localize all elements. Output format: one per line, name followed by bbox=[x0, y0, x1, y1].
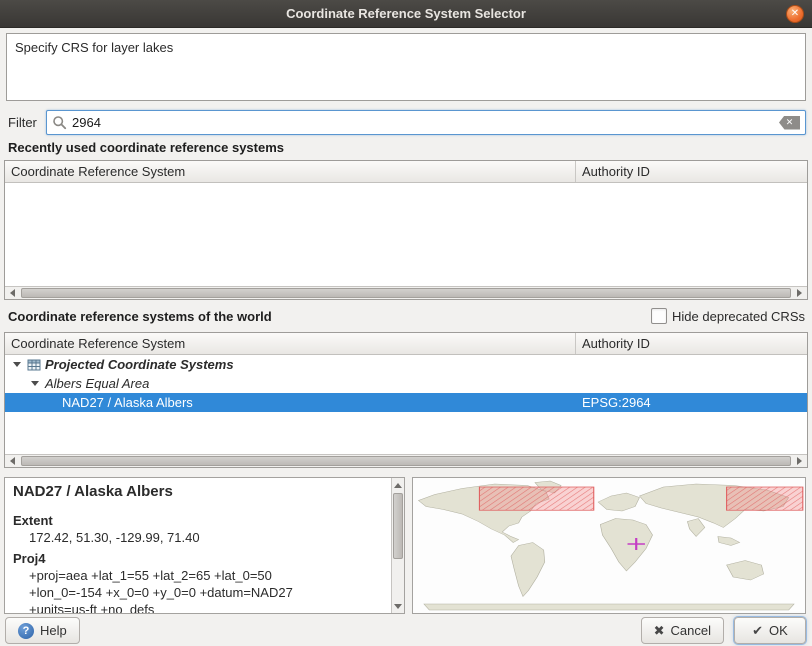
world-crs-tree[interactable]: Projected Coordinate Systems Albers Equa… bbox=[5, 355, 807, 454]
grid-icon bbox=[27, 358, 41, 372]
tree-label: Projected Coordinate Systems bbox=[45, 355, 234, 374]
world-hscrollbar[interactable] bbox=[5, 454, 807, 467]
extent-label: Extent bbox=[13, 512, 383, 529]
clear-filter-icon[interactable]: ✕ bbox=[779, 116, 800, 130]
details-vscroll-track[interactable] bbox=[392, 492, 404, 599]
crs-details-panel: NAD27 / Alaska Albers Extent 172.42, 51.… bbox=[4, 477, 405, 614]
details-vscrollbar[interactable] bbox=[391, 478, 404, 613]
proj4-label: Proj4 bbox=[13, 550, 383, 567]
titlebar[interactable]: Coordinate Reference System Selector ✕ bbox=[0, 0, 812, 28]
world-section-title: Coordinate reference systems of the worl… bbox=[8, 309, 272, 324]
hide-deprecated-option[interactable]: Hide deprecated CRSs bbox=[651, 308, 805, 324]
extent-value: 172.42, 51.30, -129.99, 71.40 bbox=[13, 529, 383, 546]
search-icon bbox=[52, 115, 67, 130]
tree-label: Albers Equal Area bbox=[45, 374, 149, 393]
cancel-button[interactable]: ✖ Cancel bbox=[641, 617, 724, 644]
ok-button[interactable]: ✔ OK bbox=[734, 617, 806, 644]
scroll-down-icon[interactable] bbox=[392, 599, 404, 613]
filter-input[interactable]: ✕ bbox=[46, 110, 806, 135]
filter-value-input[interactable] bbox=[72, 115, 774, 130]
column-header-authority[interactable]: Authority ID bbox=[576, 161, 807, 182]
tree-row-projected-coordinate-systems[interactable]: Projected Coordinate Systems bbox=[5, 355, 807, 374]
world-crs-table: Coordinate Reference System Authority ID… bbox=[4, 332, 808, 468]
column-header-crs[interactable]: Coordinate Reference System bbox=[5, 333, 576, 354]
filter-label: Filter bbox=[8, 115, 37, 130]
chevron-down-icon[interactable] bbox=[11, 362, 23, 367]
scroll-right-icon[interactable] bbox=[792, 287, 807, 299]
scroll-left-icon[interactable] bbox=[5, 455, 20, 467]
ok-button-label: OK bbox=[769, 623, 788, 638]
help-icon: ? bbox=[18, 623, 34, 639]
window-title: Coordinate Reference System Selector bbox=[286, 6, 526, 21]
proj4-line: +proj=aea +lat_1=55 +lat_2=65 +lat_0=50 bbox=[13, 567, 383, 584]
hide-deprecated-checkbox[interactable] bbox=[651, 308, 667, 324]
recent-hscrollbar[interactable] bbox=[5, 286, 807, 299]
recent-hscroll-thumb[interactable] bbox=[21, 288, 791, 298]
help-button[interactable]: ? Help bbox=[5, 617, 80, 644]
scroll-left-icon[interactable] bbox=[5, 287, 20, 299]
help-button-label: Help bbox=[40, 623, 67, 638]
world-hscroll-thumb[interactable] bbox=[21, 456, 791, 466]
check-icon: ✔ bbox=[752, 624, 763, 637]
world-table-header: Coordinate Reference System Authority ID bbox=[5, 333, 807, 355]
crs-extent-map-preview bbox=[412, 477, 806, 614]
recent-crs-list[interactable] bbox=[5, 183, 807, 286]
hide-deprecated-label[interactable]: Hide deprecated CRSs bbox=[672, 309, 805, 324]
close-button[interactable]: ✕ bbox=[786, 5, 804, 23]
proj4-line: +lon_0=-154 +x_0=0 +y_0=0 +datum=NAD27 bbox=[13, 584, 383, 601]
proj4-line: +units=us-ft +no_defs bbox=[13, 601, 383, 613]
crs-selector-dialog: Coordinate Reference System Selector ✕ S… bbox=[0, 0, 812, 646]
crs-name: NAD27 / Alaska Albers bbox=[13, 483, 383, 500]
scroll-right-icon[interactable] bbox=[792, 455, 807, 467]
crs-details-text: NAD27 / Alaska Albers Extent 172.42, 51.… bbox=[5, 478, 391, 613]
cancel-button-label: Cancel bbox=[671, 623, 711, 638]
cancel-icon: ✖ bbox=[654, 624, 665, 637]
tree-row-nad27-alaska-albers[interactable]: NAD27 / Alaska Albers EPSG:2964 bbox=[5, 393, 807, 412]
tree-row-albers-equal-area[interactable]: Albers Equal Area bbox=[5, 374, 807, 393]
column-header-crs[interactable]: Coordinate Reference System bbox=[5, 161, 576, 182]
recent-hscroll-track[interactable] bbox=[20, 287, 792, 299]
recent-crs-table: Coordinate Reference System Authority ID bbox=[4, 160, 808, 300]
world-hscroll-track[interactable] bbox=[20, 455, 792, 467]
close-icon: ✕ bbox=[791, 9, 799, 19]
chevron-down-icon[interactable] bbox=[29, 381, 41, 386]
crs-message: Specify CRS for layer lakes bbox=[6, 33, 806, 101]
scroll-up-icon[interactable] bbox=[392, 478, 404, 492]
recent-table-header: Coordinate Reference System Authority ID bbox=[5, 161, 807, 183]
world-map bbox=[413, 478, 805, 613]
recent-section-title: Recently used coordinate reference syste… bbox=[8, 140, 284, 155]
column-header-authority[interactable]: Authority ID bbox=[576, 333, 807, 354]
details-vscroll-thumb[interactable] bbox=[393, 493, 403, 559]
authority-id-value: EPSG:2964 bbox=[576, 393, 807, 412]
tree-label: NAD27 / Alaska Albers bbox=[62, 393, 193, 412]
